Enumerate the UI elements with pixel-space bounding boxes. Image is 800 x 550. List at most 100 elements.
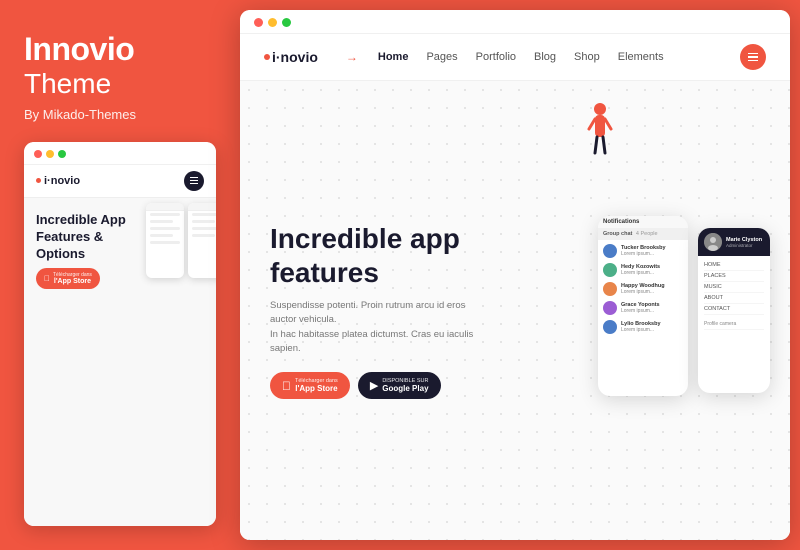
dot-green-icon (58, 150, 66, 158)
mini-nav: i·novio (24, 165, 216, 198)
mini-phone-line-4 (150, 234, 173, 237)
chat-info-1: Tucker Brooksby Lorem ipsum... (621, 245, 683, 257)
group-count: 4 People (636, 231, 658, 237)
profile-menu-places: PLACES (704, 271, 764, 282)
mini-phone-2 (188, 203, 216, 278)
mini-phone-line-1 (150, 213, 180, 216)
profile-avatar (704, 233, 722, 251)
chat-info-2: Hedy Kozowits Lorem ipsum... (621, 264, 683, 276)
hero-text-block: Incredible app features Suspendisse pote… (270, 222, 480, 399)
chat-avatar-4 (603, 301, 617, 315)
hero-title: Incredible app features (270, 222, 480, 289)
mini-hamburger-icon[interactable] (184, 171, 204, 191)
apple-store-icon:  (282, 379, 291, 393)
nav-blog[interactable]: Blog (534, 51, 556, 63)
nav-hamburger-button[interactable] (740, 44, 766, 70)
nav-pages[interactable]: Pages (426, 51, 457, 63)
appstore-label-main: l'App Store (295, 384, 338, 393)
browser-window: i·novio → Home Pages Portfolio Blog Shop… (240, 10, 790, 540)
nav-shop[interactable]: Shop (574, 51, 600, 63)
mini-logo: i·novio (36, 175, 80, 187)
chat-avatar-1 (603, 244, 617, 258)
mini-browser-mockup: i·novio Incredible App Features & Option… (24, 142, 216, 526)
mini-phone-line-7 (192, 220, 215, 223)
browser-dot-red (254, 18, 263, 27)
notifications-title: Notifications (598, 216, 688, 228)
nav-links: Home Pages Portfolio Blog Shop Elements (378, 51, 720, 63)
mini-phone-line-9 (192, 234, 215, 237)
profile-info: Marie Clyston Administrator (726, 237, 762, 248)
browser-content: i·novio → Home Pages Portfolio Blog Shop… (240, 34, 790, 540)
nav-portfolio[interactable]: Portfolio (476, 51, 516, 63)
mini-phone-line-5 (150, 241, 180, 244)
profile-menu-contact: CONTACT (704, 304, 764, 315)
mini-phone-line-3 (150, 227, 180, 230)
chat-msg-2: Lorem ipsum... (621, 270, 683, 276)
chat-avatar-3 (603, 282, 617, 296)
nav-home[interactable]: Home (378, 51, 409, 63)
mini-phone-line-8 (192, 227, 216, 230)
chat-item-2: Hedy Kozowits Lorem ipsum... (603, 263, 683, 277)
apple-icon:  (44, 274, 50, 283)
profile-menu-home: HOME (704, 260, 764, 271)
profile-header: Marie Clyston Administrator (698, 228, 770, 256)
profile-name: Marie Clyston (726, 237, 762, 243)
chat-msg-5: Lorem ipsum... (621, 327, 683, 333)
mini-appstore-label: l'App Store (53, 278, 92, 285)
profile-menu-about: ABOUT (704, 293, 764, 304)
dot-red-icon (34, 150, 42, 158)
right-panel: i·novio → Home Pages Portfolio Blog Shop… (240, 0, 800, 550)
phone-profile: Marie Clyston Administrator HOME PLACES … (698, 228, 770, 393)
appstore-button[interactable]:  Télécharger dans l'App Store (270, 372, 350, 399)
hero-description: Suspendisse potenti. Proin rutrum arcu i… (270, 299, 480, 356)
chat-info-5: Lylio Brooksby Lorem ipsum... (621, 321, 683, 333)
google-label-top: DISPONIBLE SUR (382, 378, 428, 384)
mini-phone-line-2 (150, 220, 173, 223)
dot-yellow-icon (46, 150, 54, 158)
profile-menu: HOME PLACES MUSIC ABOUT CONTACT Profile … (698, 256, 770, 334)
browser-bar (240, 10, 790, 34)
mini-appstore-label-top: Télécharger dans (53, 272, 92, 278)
mini-logo-dot (36, 178, 41, 183)
hero-section: Incredible app features Suspendisse pote… (240, 81, 790, 540)
chat-avatar-5 (603, 320, 617, 334)
chat-item-5: Lylio Brooksby Lorem ipsum... (603, 320, 683, 334)
mini-phone-line-6 (192, 213, 216, 216)
hero-buttons:  Télécharger dans l'App Store ▶ DISPONI… (270, 372, 480, 399)
chat-msg-3: Lorem ipsum... (621, 289, 683, 295)
brand-title-sub: Theme (24, 67, 216, 101)
chat-msg-4: Lorem ipsum... (621, 308, 683, 314)
phone-mockups: Notifications Group chat 4 People Tucker… (598, 91, 770, 530)
chat-item-1: Tucker Brooksby Lorem ipsum... (603, 244, 683, 258)
mini-appstore-button[interactable]:  Télécharger dans l'App Store (36, 268, 100, 289)
chat-avatar-2 (603, 263, 617, 277)
google-label-main: Google Play (382, 384, 428, 393)
brand-title-main: Innovio (24, 32, 216, 67)
nav-arrow-icon: → (346, 50, 358, 64)
site-nav: i·novio → Home Pages Portfolio Blog Shop… (240, 34, 790, 81)
profile-role: Administrator (726, 243, 762, 248)
left-panel: Innovio Theme By Mikado-Themes i·novio I… (0, 0, 240, 550)
mini-phone-1 (146, 203, 184, 278)
browser-dot-green (282, 18, 291, 27)
google-play-icon: ▶ (370, 379, 378, 392)
mini-phone-header-2 (188, 203, 216, 211)
nav-elements[interactable]: Elements (618, 51, 664, 63)
chat-item-4: Grace Yoponts Lorem ipsum... (603, 301, 683, 315)
mini-browser-bar (24, 142, 216, 165)
mini-phone-header (146, 203, 184, 211)
profile-menu-music: MUSIC (704, 282, 764, 293)
chat-info-4: Grace Yoponts Lorem ipsum... (621, 302, 683, 314)
mini-content: i·novio Incredible App Features & Option… (24, 165, 216, 526)
browser-dot-yellow (268, 18, 277, 27)
site-logo: i·novio (264, 49, 318, 65)
phone-notifications: Notifications Group chat 4 People Tucker… (598, 216, 688, 396)
brand-by: By Mikado-Themes (24, 107, 216, 122)
mini-hero: Incredible App Features & Options  Télé… (24, 198, 216, 526)
google-play-button[interactable]: ▶ DISPONIBLE SUR Google Play (358, 372, 441, 399)
site-logo-dot (264, 54, 270, 60)
phone-chat-body: Tucker Brooksby Lorem ipsum... Hedy Kozo… (598, 240, 688, 396)
group-chat-label: Group chat (603, 231, 632, 237)
chat-item-3: Happy Woodhug Lorem ipsum... (603, 282, 683, 296)
mini-hero-title: Incredible App Features & Options (36, 212, 136, 263)
